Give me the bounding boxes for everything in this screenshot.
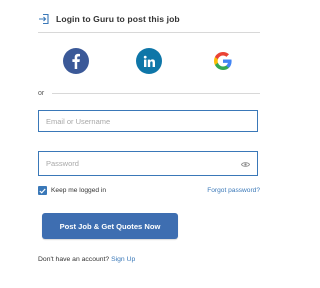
- login-header: Login to Guru to post this job: [38, 10, 180, 28]
- forgot-password-link[interactable]: Forgot password?: [207, 187, 260, 194]
- post-job-button[interactable]: Post Job & Get Quotes Now: [42, 213, 178, 239]
- or-line: [52, 92, 260, 94]
- linkedin-icon: [143, 55, 155, 67]
- facebook-icon: [72, 53, 80, 69]
- signup-row: Don't have an account? Sign Up: [38, 256, 135, 263]
- remember-checkbox[interactable]: [38, 186, 47, 195]
- facebook-login-button[interactable]: [63, 48, 89, 74]
- remember-me[interactable]: Keep me logged in: [38, 186, 106, 195]
- password-field[interactable]: [39, 152, 257, 175]
- header-divider: [38, 32, 260, 33]
- checkmark-icon: [39, 188, 46, 194]
- password-field-wrapper: [38, 151, 258, 176]
- login-title: Login to Guru to post this job: [56, 14, 180, 24]
- signup-prompt: Don't have an account?: [38, 256, 112, 263]
- or-separator: or: [38, 88, 260, 98]
- google-login-button[interactable]: [210, 48, 236, 74]
- google-icon: [214, 52, 232, 70]
- email-field-wrapper: [38, 110, 258, 132]
- eye-icon[interactable]: [241, 161, 250, 168]
- signup-link[interactable]: Sign Up: [111, 256, 135, 263]
- or-text: or: [38, 89, 45, 97]
- linkedin-login-button[interactable]: [136, 48, 162, 74]
- remember-label: Keep me logged in: [51, 187, 106, 194]
- login-arrow-icon: [39, 13, 49, 25]
- email-field[interactable]: [39, 111, 257, 132]
